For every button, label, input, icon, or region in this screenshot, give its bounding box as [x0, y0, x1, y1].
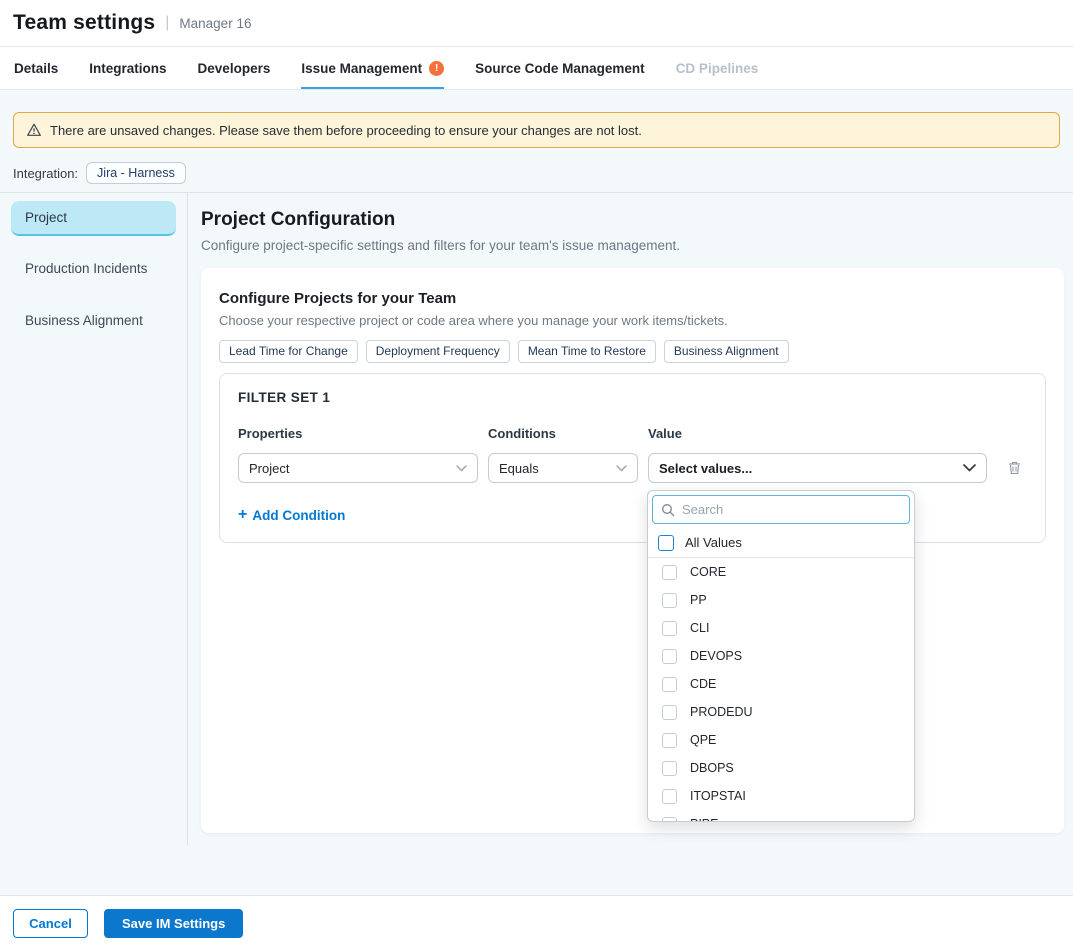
- warning-icon: [26, 122, 42, 138]
- condition-select[interactable]: Equals: [488, 453, 638, 483]
- tab-details[interactable]: Details: [14, 47, 58, 89]
- properties-column-label: Properties: [238, 426, 478, 441]
- option-checkbox[interactable]: [662, 733, 677, 748]
- option-checkbox[interactable]: [662, 677, 677, 692]
- card-subtitle: Choose your respective project or code a…: [219, 313, 1046, 328]
- option-checkbox[interactable]: [662, 565, 677, 580]
- sidebar-item-production-incidents[interactable]: Production Incidents: [11, 251, 176, 286]
- value-multiselect[interactable]: Select values...: [648, 453, 987, 483]
- property-select[interactable]: Project: [238, 453, 478, 483]
- add-condition-button[interactable]: + Add Condition: [238, 506, 345, 524]
- chip-mean-time-to-restore[interactable]: Mean Time to Restore: [518, 340, 656, 363]
- tab-integrations[interactable]: Integrations: [89, 47, 166, 89]
- page-title: Team settings: [13, 11, 155, 35]
- option-checkbox[interactable]: [662, 789, 677, 804]
- option-checkbox[interactable]: [662, 649, 677, 664]
- delete-condition-button[interactable]: [1007, 460, 1022, 476]
- all-values-checkbox[interactable]: [658, 535, 674, 551]
- filter-column-headers: Properties Conditions Value: [238, 426, 1027, 441]
- option-qpe[interactable]: QPE: [648, 726, 914, 754]
- trash-icon: [1007, 460, 1022, 476]
- footer-action-bar: Cancel Save IM Settings: [0, 895, 1073, 951]
- option-checkbox[interactable]: [662, 593, 677, 608]
- conditions-column-label: Conditions: [488, 426, 638, 441]
- dropdown-options-list: CORE PP CLI DEVOPS CDE PRODEDU QPE DBOP: [648, 558, 914, 822]
- tab-source-code-management[interactable]: Source Code Management: [475, 47, 645, 89]
- team-name: Manager 16: [179, 16, 251, 31]
- tab-cd-pipelines: CD Pipelines: [676, 47, 759, 89]
- search-icon: [661, 503, 675, 517]
- filter-condition-row: Project Equals Select values...: [238, 453, 1027, 483]
- option-dbops[interactable]: DBOPS: [648, 754, 914, 782]
- settings-sidebar: Project Production Incidents Business Al…: [0, 193, 188, 845]
- tab-developers[interactable]: Developers: [198, 47, 271, 89]
- title-separator: |: [165, 14, 169, 32]
- save-im-settings-button[interactable]: Save IM Settings: [104, 909, 243, 938]
- card-title: Configure Projects for your Team: [219, 290, 1046, 307]
- tab-issue-management[interactable]: Issue Management !: [301, 47, 444, 89]
- integration-chip[interactable]: Jira - Harness: [86, 162, 186, 184]
- banner-text: There are unsaved changes. Please save t…: [50, 123, 642, 138]
- section-title: Project Configuration: [201, 209, 395, 231]
- option-checkbox[interactable]: [662, 621, 677, 636]
- main-pane: Project Configuration Configure project-…: [188, 193, 1073, 895]
- search-input[interactable]: [682, 502, 901, 517]
- option-checkbox[interactable]: [662, 761, 677, 776]
- chip-lead-time-for-change[interactable]: Lead Time for Change: [219, 340, 358, 363]
- chevron-down-icon: [456, 465, 467, 472]
- metric-chips: Lead Time for Change Deployment Frequenc…: [219, 340, 1046, 363]
- option-pipe[interactable]: PIPE: [648, 810, 914, 822]
- page-header: Team settings | Manager 16: [0, 0, 1073, 47]
- value-column-label: Value: [648, 426, 987, 441]
- cancel-button[interactable]: Cancel: [13, 909, 88, 938]
- chip-deployment-frequency[interactable]: Deployment Frequency: [366, 340, 510, 363]
- option-checkbox[interactable]: [662, 817, 677, 823]
- option-itopstai[interactable]: ITOPSTAI: [648, 782, 914, 810]
- unsaved-warning-badge: !: [429, 61, 444, 76]
- option-checkbox[interactable]: [662, 705, 677, 720]
- option-cli[interactable]: CLI: [648, 614, 914, 642]
- chevron-down-icon: [963, 464, 976, 472]
- option-pp[interactable]: PP: [648, 586, 914, 614]
- option-core[interactable]: CORE: [648, 558, 914, 586]
- sidebar-item-project[interactable]: Project: [11, 201, 176, 236]
- filter-set-card: FILTER SET 1 Properties Conditions Value…: [219, 373, 1046, 543]
- chevron-down-icon: [616, 465, 627, 472]
- integration-row: Integration: Jira - Harness: [13, 160, 186, 186]
- value-dropdown-popup: All Values CORE PP CLI DEVOPS CDE PRODED…: [647, 490, 915, 822]
- select-all-values-option[interactable]: All Values: [648, 528, 914, 557]
- filter-set-title: FILTER SET 1: [238, 390, 1027, 405]
- option-devops[interactable]: DEVOPS: [648, 642, 914, 670]
- dropdown-search-box[interactable]: [652, 495, 910, 524]
- tab-bar: Details Integrations Developers Issue Ma…: [0, 47, 1073, 90]
- unsaved-changes-banner: There are unsaved changes. Please save t…: [13, 112, 1060, 148]
- option-cde[interactable]: CDE: [648, 670, 914, 698]
- sidebar-item-business-alignment[interactable]: Business Alignment: [11, 303, 176, 338]
- plus-icon: +: [238, 506, 247, 524]
- section-subtitle: Configure project-specific settings and …: [201, 238, 680, 253]
- configure-projects-card: Configure Projects for your Team Choose …: [201, 268, 1064, 833]
- integration-label: Integration:: [13, 166, 78, 181]
- option-prodedu[interactable]: PRODEDU: [648, 698, 914, 726]
- chip-business-alignment[interactable]: Business Alignment: [664, 340, 789, 363]
